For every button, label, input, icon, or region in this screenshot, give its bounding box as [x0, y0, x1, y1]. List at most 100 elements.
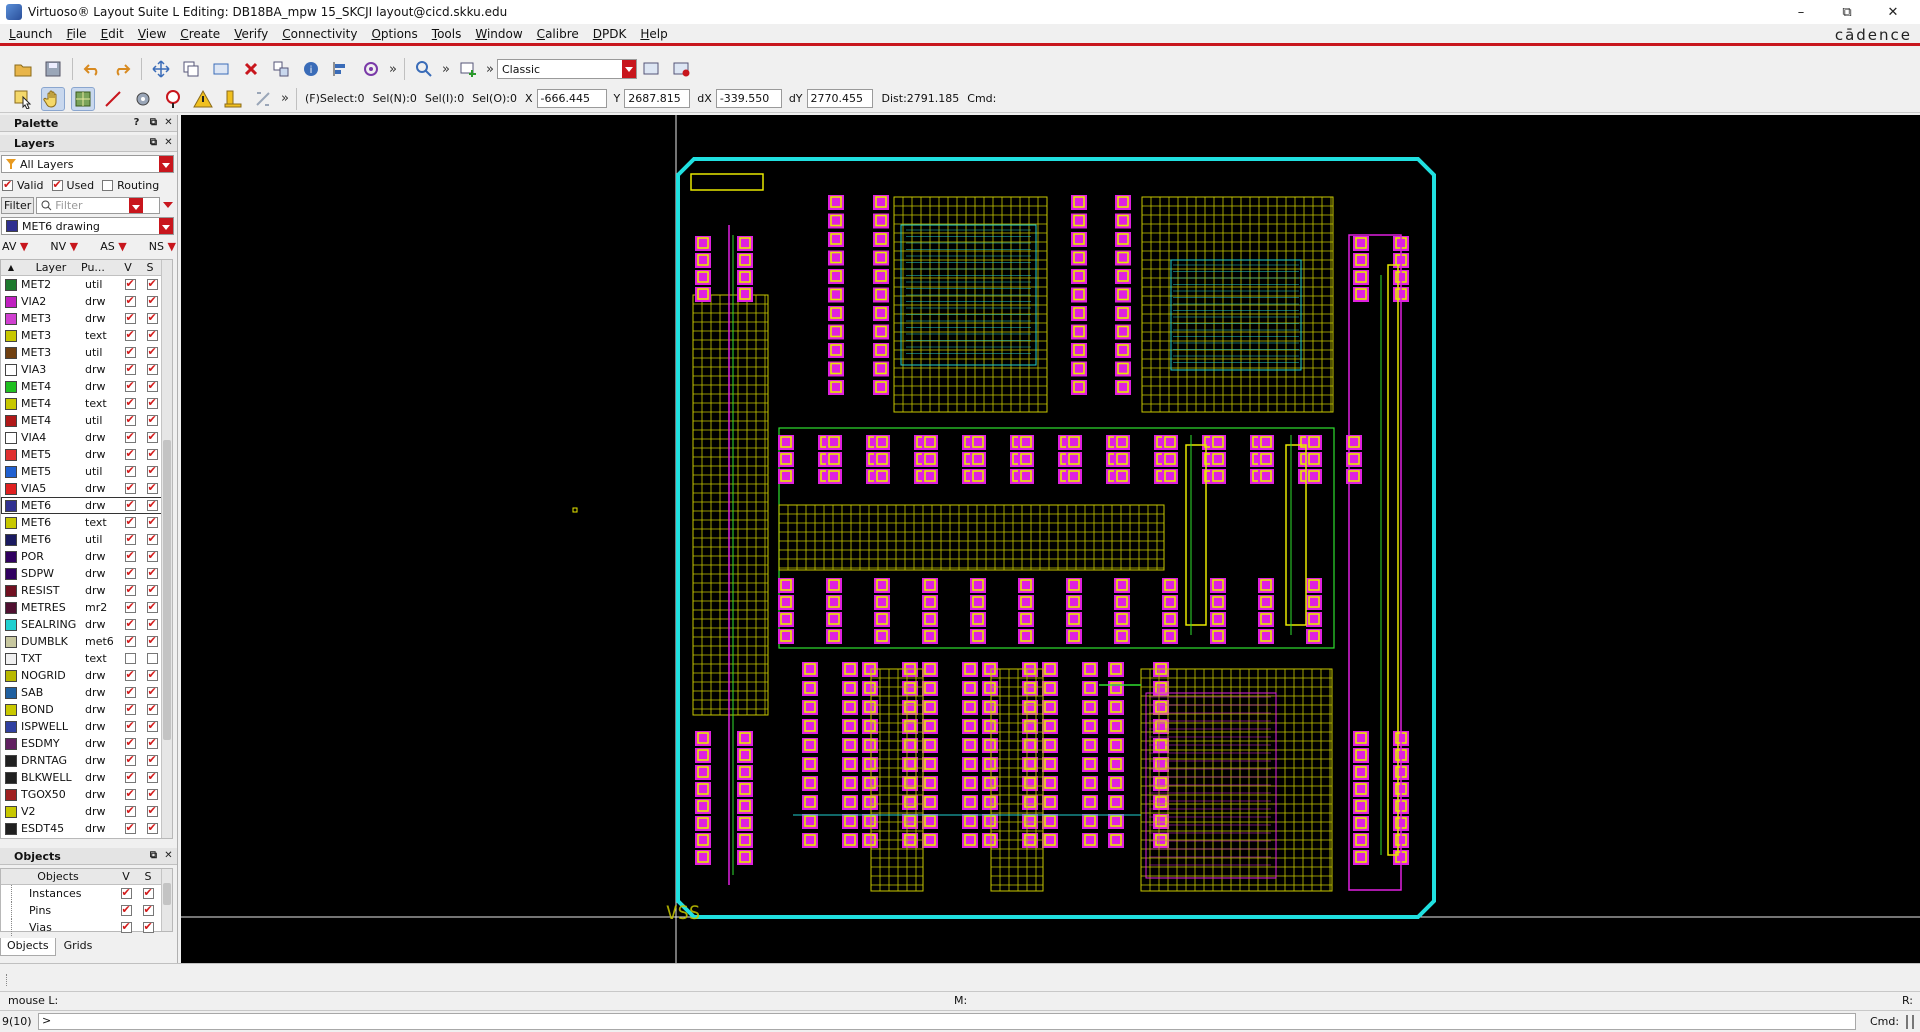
layer-visible-checkbox[interactable]	[124, 328, 136, 341]
layer-set-filter[interactable]: All Layers	[1, 155, 174, 173]
menu-view[interactable]: View	[131, 27, 173, 41]
undo-icon[interactable]	[80, 57, 104, 81]
layer-row[interactable]: VIA5 drw	[1, 480, 172, 497]
object-row[interactable]: Pins	[1, 902, 172, 919]
filter-options-icon[interactable]	[162, 199, 174, 211]
refresh-icon[interactable]	[359, 57, 383, 81]
layer-selectable-checkbox[interactable]	[146, 447, 158, 460]
menu-options[interactable]: Options	[364, 27, 424, 41]
layer-row[interactable]: ESDMY drw	[1, 735, 172, 752]
layer-swatch[interactable]	[5, 516, 17, 529]
menu-file[interactable]: File	[59, 27, 93, 41]
layer-row[interactable]: SEALRING drw	[1, 616, 172, 633]
layer-swatch[interactable]	[5, 584, 17, 597]
layer-visible-checkbox[interactable]	[124, 617, 136, 630]
snap-icon[interactable]	[71, 86, 95, 111]
menu-help[interactable]: Help	[633, 27, 674, 41]
layer-visible-checkbox[interactable]	[124, 804, 136, 817]
col-layer[interactable]: Layer	[21, 261, 81, 274]
menu-connectivity[interactable]: Connectivity	[275, 27, 364, 41]
layer-selectable-checkbox[interactable]	[146, 821, 158, 834]
probe-icon[interactable]	[131, 87, 155, 111]
layer-row[interactable]: SAB drw	[1, 684, 172, 701]
layer-swatch[interactable]	[5, 754, 17, 767]
toolbar-overflow-icon[interactable]: »	[278, 91, 292, 106]
layer-visible-checkbox[interactable]	[124, 821, 136, 834]
layer-visible-checkbox[interactable]	[124, 719, 136, 732]
grip-handle[interactable]	[6, 974, 8, 986]
layer-row[interactable]: V2 drw	[1, 803, 172, 820]
layer-swatch[interactable]	[5, 278, 17, 291]
layer-visible-checkbox[interactable]	[124, 481, 136, 494]
menu-window[interactable]: Window	[468, 27, 529, 41]
tab-grids[interactable]: Grids	[56, 938, 101, 956]
object-selectable-checkbox[interactable]	[142, 886, 154, 899]
layer-row[interactable]: MET6 drw	[1, 497, 172, 514]
layer-swatch[interactable]	[5, 431, 17, 444]
copy-icon[interactable]	[179, 57, 203, 81]
float-icon[interactable]: ⧉	[147, 136, 160, 149]
col-visible[interactable]: V	[117, 261, 139, 274]
close-button[interactable]: ✕	[1870, 0, 1916, 24]
layer-swatch[interactable]	[5, 788, 17, 801]
layer-swatch[interactable]	[5, 482, 17, 495]
object-selectable-checkbox[interactable]	[142, 903, 154, 916]
layer-swatch[interactable]	[5, 686, 17, 699]
layer-visible-checkbox[interactable]	[124, 515, 136, 528]
chevron-down-icon[interactable]	[159, 218, 173, 234]
layer-selectable-checkbox[interactable]	[146, 787, 158, 800]
layer-visible-checkbox[interactable]	[124, 362, 136, 375]
layer-swatch[interactable]	[5, 822, 17, 835]
layer-row[interactable]: MET6 util	[1, 531, 172, 548]
save-icon[interactable]	[41, 57, 65, 81]
col-selectable[interactable]: S	[139, 261, 161, 274]
layer-visible-checkbox[interactable]	[124, 685, 136, 698]
layer-row[interactable]: TXT text	[1, 650, 172, 667]
layer-selectable-checkbox[interactable]	[146, 498, 158, 511]
layer-visible-checkbox[interactable]	[124, 532, 136, 545]
layer-visible-checkbox[interactable]	[124, 277, 136, 290]
col-purpose[interactable]: Pu...	[81, 261, 117, 274]
layer-swatch[interactable]	[5, 601, 17, 614]
layer-row[interactable]: METRES mr2	[1, 599, 172, 616]
layer-row[interactable]: RESIST drw	[1, 582, 172, 599]
layer-visible-checkbox[interactable]	[124, 736, 136, 749]
layer-swatch[interactable]	[5, 567, 17, 580]
workspace-combo[interactable]: Classic	[497, 59, 637, 79]
layer-swatch[interactable]	[5, 346, 17, 359]
close-icon[interactable]: ✕	[162, 849, 175, 862]
layer-row[interactable]: BOND drw	[1, 701, 172, 718]
layer-swatch[interactable]	[5, 771, 17, 784]
layer-swatch[interactable]	[5, 720, 17, 733]
layer-swatch[interactable]	[5, 669, 17, 682]
menu-tools[interactable]: Tools	[425, 27, 469, 41]
none-selectable-button[interactable]: NS ▼	[149, 240, 176, 253]
layer-visible-checkbox[interactable]	[124, 430, 136, 443]
delete-icon[interactable]	[239, 57, 263, 81]
layer-visible-checkbox[interactable]	[124, 753, 136, 766]
menu-launch[interactable]: Launch	[2, 27, 59, 41]
layer-row[interactable]: SDPW drw	[1, 565, 172, 582]
layer-selectable-checkbox[interactable]	[146, 311, 158, 324]
sort-up-icon[interactable]: ▲	[1, 263, 21, 272]
toolbar-overflow-icon[interactable]: »	[386, 62, 400, 77]
layer-selectable-checkbox[interactable]	[146, 685, 158, 698]
current-layer-selector[interactable]: MET6 drawing	[1, 217, 174, 235]
layer-selectable-checkbox[interactable]	[146, 566, 158, 579]
layer-selectable-checkbox[interactable]	[146, 294, 158, 307]
objects-scrollbar[interactable]	[161, 869, 172, 931]
cil-command-input[interactable]: >	[38, 1013, 1856, 1030]
pan-hand-icon[interactable]	[41, 86, 65, 111]
move-icon[interactable]	[149, 57, 173, 81]
col-objects[interactable]: Objects	[1, 870, 115, 883]
all-selectable-button[interactable]: AS ▼	[100, 240, 126, 253]
layer-visible-checkbox[interactable]	[124, 294, 136, 307]
layer-row[interactable]: MET4 util	[1, 412, 172, 429]
layer-visible-checkbox[interactable]	[124, 668, 136, 681]
layer-row[interactable]: POR drw	[1, 548, 172, 565]
objects-scroll-thumb[interactable]	[163, 883, 171, 905]
layer-selectable-checkbox[interactable]	[146, 277, 158, 290]
redo-icon[interactable]	[110, 57, 134, 81]
layer-swatch[interactable]	[5, 448, 17, 461]
create-instance-icon[interactable]	[456, 57, 480, 81]
